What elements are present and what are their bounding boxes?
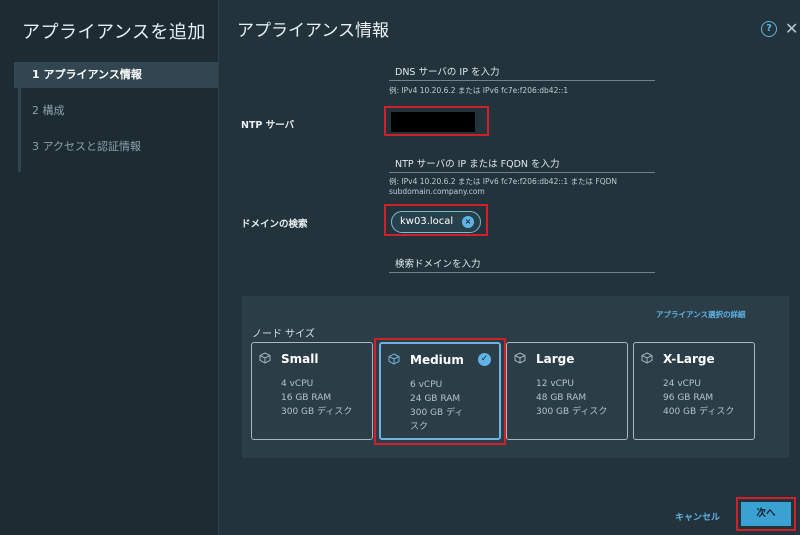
wizard-steps: 1 アプライアンス情報 2 構成 3 アクセスと認証情報 xyxy=(14,62,218,170)
appliance-selection-details-link[interactable]: アプライアンス選択の詳細 xyxy=(656,309,746,320)
node-card-disk: 300 GB ディスク xyxy=(281,407,353,417)
domain-highlight-box xyxy=(384,204,488,236)
node-card-ram: 48 GB RAM xyxy=(536,393,587,403)
dns-server-input[interactable]: DNS サーバの IP を入力 xyxy=(389,60,655,81)
node-card-cpu: 24 vCPU xyxy=(663,379,701,389)
main-panel: アプライアンス情報 ? ✕ DNS サーバの IP を入力 例: IPv4 10… xyxy=(219,0,800,535)
page-title: アプライアンス情報 xyxy=(237,21,389,41)
ntp-highlight-box xyxy=(384,106,489,136)
node-card-disk: 400 GB ディスク xyxy=(663,407,735,417)
dns-hint: 例: IPv4 10.20.6.2 または IPv6 fc7e:f206:db4… xyxy=(389,86,569,95)
ntp-server-placeholder: NTP サーバの IP または FQDN を入力 xyxy=(395,159,560,170)
node-card-name: Large xyxy=(536,352,575,366)
node-card-xlarge[interactable]: X-Large 24 vCPU 96 GB RAM 400 GB ディスク xyxy=(633,342,755,440)
ntp-server-label: NTP サーバ xyxy=(241,120,295,131)
node-card-cpu: 12 vCPU xyxy=(536,379,574,389)
next-highlight-box xyxy=(736,497,796,531)
step-configuration[interactable]: 2 構成 xyxy=(14,98,218,124)
node-card-disk: 300 GB ディスク xyxy=(536,407,608,417)
node-card-name: X-Large xyxy=(663,352,715,366)
wizard-title: アプライアンスを追加 xyxy=(22,22,206,43)
box-icon xyxy=(514,352,526,364)
node-card-name: Small xyxy=(281,352,319,366)
help-icon[interactable]: ? xyxy=(761,21,777,37)
step-access-credentials[interactable]: 3 アクセスと認証情報 xyxy=(14,134,218,160)
medium-highlight-box xyxy=(374,338,506,445)
node-size-panel: アプライアンス選択の詳細 ノード サイズ Small 4 vCPU 16 GB … xyxy=(242,296,789,458)
search-domain-input[interactable]: 検索ドメインを入力 xyxy=(389,252,655,273)
ntp-server-input[interactable]: NTP サーバの IP または FQDN を入力 xyxy=(389,152,655,173)
ntp-hint-line2: subdomain.company.com xyxy=(389,187,485,196)
node-card-ram: 16 GB RAM xyxy=(281,393,332,403)
step-appliance-info[interactable]: 1 アプライアンス情報 xyxy=(14,62,218,88)
ntp-hint-line1: 例: IPv4 10.20.6.2 または IPv6 fc7e:f206:db4… xyxy=(389,177,618,186)
domain-search-label: ドメインの検索 xyxy=(241,219,308,230)
close-icon[interactable]: ✕ xyxy=(785,19,798,38)
node-size-label: ノード サイズ xyxy=(252,329,315,340)
node-card-cpu: 4 vCPU xyxy=(281,379,314,389)
wizard-sidebar: アプライアンスを追加 1 アプライアンス情報 2 構成 3 アクセスと認証情報 xyxy=(0,0,219,535)
box-icon xyxy=(641,352,653,364)
ntp-hint: 例: IPv4 10.20.6.2 または IPv6 fc7e:f206:db4… xyxy=(389,177,617,197)
box-icon xyxy=(259,352,271,364)
search-domain-placeholder: 検索ドメインを入力 xyxy=(395,259,481,270)
node-card-small[interactable]: Small 4 vCPU 16 GB RAM 300 GB ディスク xyxy=(251,342,373,440)
node-card-large[interactable]: Large 12 vCPU 48 GB RAM 300 GB ディスク xyxy=(506,342,628,440)
dns-server-placeholder: DNS サーバの IP を入力 xyxy=(395,67,500,78)
cancel-button[interactable]: キャンセル xyxy=(675,510,720,523)
node-card-ram: 96 GB RAM xyxy=(663,393,714,403)
